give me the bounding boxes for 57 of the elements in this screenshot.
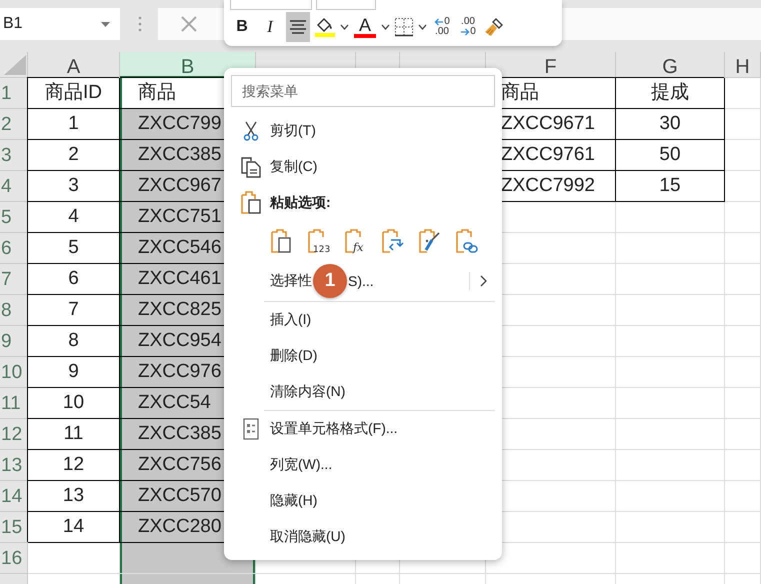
arrow-left-icon	[434, 18, 444, 26]
row-header[interactable]: 10	[0, 357, 28, 388]
scissors-icon	[242, 121, 258, 141]
table-cell: 商品ID	[28, 78, 120, 109]
table-cell: 提成	[616, 78, 725, 109]
search-field[interactable]: 搜索菜单	[231, 75, 495, 107]
row-header[interactable]: 13	[0, 450, 28, 481]
row-header[interactable]: 4	[0, 171, 28, 202]
paste-transpose-button[interactable]	[381, 228, 405, 254]
format-cells-icon	[242, 418, 258, 440]
step-badge: 1	[313, 264, 347, 298]
column-header[interactable]: F	[486, 52, 616, 78]
column-header[interactable]: A	[28, 52, 120, 78]
paste-formula-button[interactable]: fx	[344, 228, 368, 254]
paste-link-button[interactable]	[455, 228, 479, 254]
fill-color-icon[interactable]	[314, 16, 336, 38]
row-header[interactable]: 7	[0, 264, 28, 295]
row-header[interactable]: 12	[0, 419, 28, 450]
row-header[interactable]: 6	[0, 233, 28, 264]
chevron-right-icon	[480, 275, 487, 287]
row-header[interactable]: 5	[0, 202, 28, 233]
caret-icon	[101, 22, 110, 26]
caret-icon[interactable]	[340, 24, 349, 30]
clipboard-icon	[240, 191, 262, 215]
table-cell: 50	[616, 140, 725, 171]
paste-values-button[interactable]: 123	[307, 228, 331, 254]
format-painter-icon[interactable]	[483, 16, 505, 38]
drag-handle-icon	[138, 16, 142, 32]
section-heading: 粘贴选项:	[270, 194, 331, 212]
name-box[interactable]: B1	[0, 8, 120, 40]
row-header[interactable]: 1	[0, 78, 28, 109]
row-header[interactable]: 8	[0, 295, 28, 326]
row-header[interactable]: 9	[0, 326, 28, 357]
table-cell: 15	[616, 171, 725, 202]
borders-icon[interactable]	[394, 17, 414, 37]
row-header[interactable]: 15	[0, 512, 28, 543]
increase-decimal-button[interactable]: 0 .00	[431, 12, 453, 42]
arrow-right-icon	[460, 28, 470, 36]
italic-button[interactable]: I	[258, 12, 282, 42]
caret-icon[interactable]	[418, 24, 427, 30]
table-cell: 30	[616, 109, 725, 140]
column-header[interactable]: G	[616, 52, 725, 78]
copy-icon	[240, 156, 262, 178]
row-header[interactable]: 11	[0, 388, 28, 419]
font-color-button[interactable]: A	[353, 12, 377, 42]
row-header[interactable]: 16	[0, 543, 28, 574]
align-center-icon	[289, 19, 307, 35]
row-header[interactable]: 2	[0, 109, 28, 140]
paste-format-button[interactable]	[418, 228, 442, 254]
bold-button[interactable]: B	[230, 12, 254, 42]
row-header[interactable]: 3	[0, 140, 28, 171]
column-header[interactable]: H	[725, 52, 761, 78]
decrease-decimal-button[interactable]: .00 0	[457, 12, 479, 42]
center-align-button[interactable]	[286, 12, 310, 42]
table-cell: 14	[28, 512, 120, 543]
caret-icon[interactable]	[381, 24, 390, 30]
row-header[interactable]: 14	[0, 481, 28, 512]
